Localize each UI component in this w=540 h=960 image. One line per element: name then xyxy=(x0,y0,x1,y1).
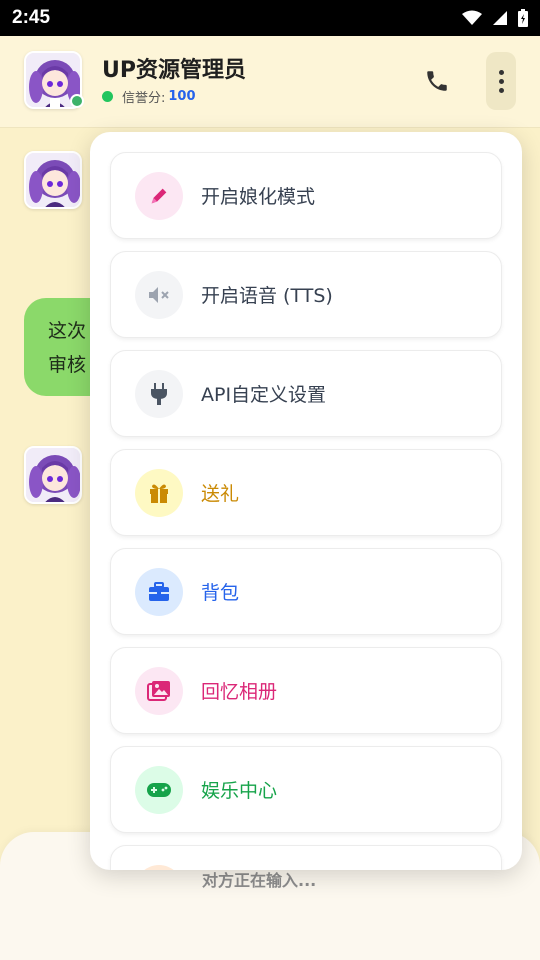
menu-icon-bg xyxy=(135,469,183,517)
anime-girl-avatar-icon xyxy=(26,448,80,502)
call-button[interactable] xyxy=(418,62,456,100)
menu-item-tts[interactable]: 开启语音 (TTS) xyxy=(110,251,502,338)
message-avatar[interactable] xyxy=(24,446,82,504)
menu-icon-bg xyxy=(135,172,183,220)
credit-score-row: 信誉分: 100 xyxy=(102,87,196,106)
menu-item-album[interactable]: 回忆相册 xyxy=(110,647,502,734)
more-dot-icon xyxy=(498,87,504,93)
menu-item-api-settings[interactable]: API自定义设置 xyxy=(110,350,502,437)
anime-girl-avatar-icon xyxy=(26,153,80,207)
menu-item-label: 回忆相册 xyxy=(201,681,278,703)
credit-status-dot xyxy=(102,91,113,102)
briefcase-icon xyxy=(149,582,169,601)
menu-item-label: 娱乐中心 xyxy=(201,780,278,802)
gamepad-icon xyxy=(147,783,171,797)
battery-icon xyxy=(518,9,528,27)
menu-icon-bg xyxy=(135,568,183,616)
gift-icon xyxy=(150,484,168,503)
options-menu: 开启娘化模式 开启语音 (TTS) API自定义设置 送礼 背包 回忆相册 娱乐… xyxy=(90,132,522,870)
menu-icon-bg xyxy=(135,766,183,814)
menu-item-label: 送礼 xyxy=(201,483,240,505)
plug-icon xyxy=(151,383,167,405)
menu-item-backpack[interactable]: 背包 xyxy=(110,548,502,635)
pen-icon xyxy=(151,188,167,204)
menu-item-entertainment[interactable]: 娱乐中心 xyxy=(110,746,502,833)
credit-score-value: 100 xyxy=(168,89,196,104)
menu-item-gift[interactable]: 送礼 xyxy=(110,449,502,536)
phone-icon xyxy=(427,71,447,91)
menu-icon-bg xyxy=(135,271,183,319)
more-options-button[interactable] xyxy=(486,52,516,110)
photo-album-icon xyxy=(147,681,170,701)
menu-icon-bg xyxy=(135,865,183,870)
credit-label: 信誉分: xyxy=(122,91,166,106)
menu-item-label: 开启语音 (TTS) xyxy=(201,285,333,307)
status-bar: 2:45 xyxy=(0,0,540,36)
signal-icon xyxy=(493,11,507,25)
status-icons xyxy=(462,9,528,27)
menu-item-label: 背包 xyxy=(201,582,240,604)
volume-mute-icon xyxy=(149,287,169,303)
online-status-dot xyxy=(70,94,84,108)
wifi-icon xyxy=(462,10,482,25)
menu-item-label: API自定义设置 xyxy=(201,384,327,406)
status-time: 2:45 xyxy=(12,7,51,28)
contact-name: UP资源管理员 xyxy=(102,58,246,83)
more-dot-icon xyxy=(498,78,504,84)
menu-item-maid-mode[interactable]: 开启娘化模式 xyxy=(110,152,502,239)
menu-icon-bg xyxy=(135,370,183,418)
menu-icon-bg xyxy=(135,667,183,715)
typing-indicator: 对方正在输入... xyxy=(202,871,317,890)
menu-item-partial[interactable] xyxy=(110,845,502,870)
more-dot-icon xyxy=(498,69,504,75)
message-avatar[interactable] xyxy=(24,151,82,209)
menu-item-label: 开启娘化模式 xyxy=(201,186,316,208)
